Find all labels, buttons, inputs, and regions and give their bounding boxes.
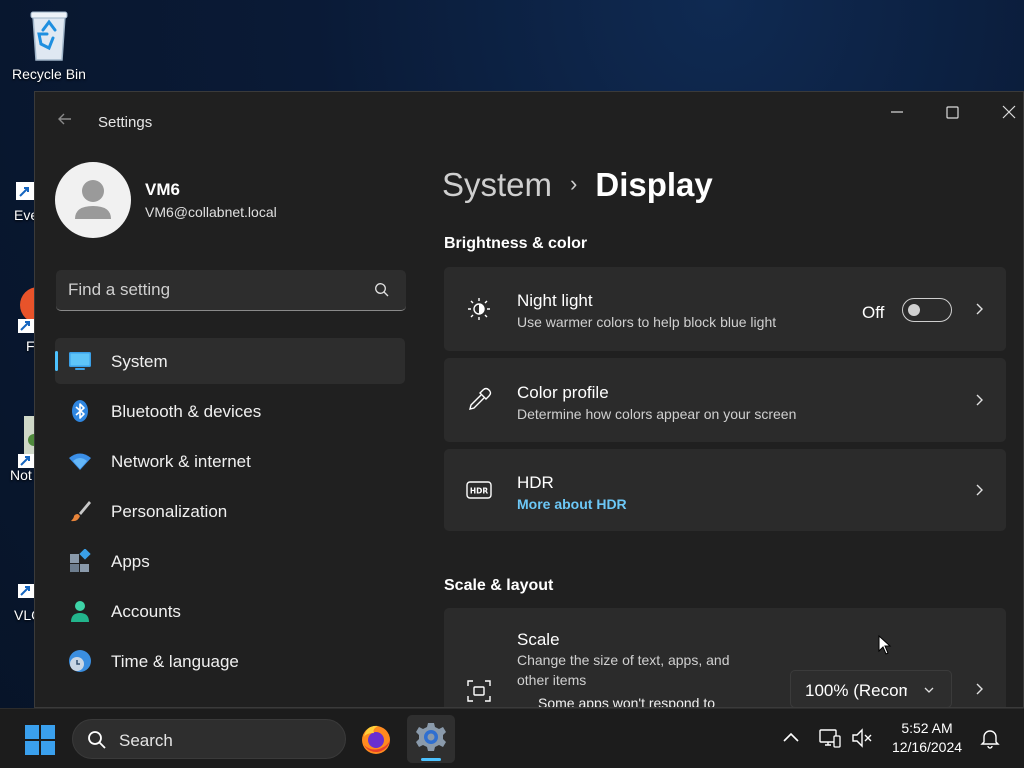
nav-item-label: Bluetooth & devices [111, 402, 262, 421]
default-user-icon [75, 180, 111, 219]
taskbar: Search 5:52 AM 12/16/2024 [0, 708, 1024, 768]
hdr-icon: HDR [466, 481, 492, 499]
eyedropper-icon [469, 387, 492, 410]
window-title: Settings [98, 114, 153, 131]
chevron-right-icon [976, 683, 983, 695]
scale-title: Scale [517, 630, 560, 649]
breadcrumb-parent[interactable]: System [442, 166, 552, 203]
night-light-title: Night light [517, 291, 593, 310]
user-email: VM6@collabnet.local [145, 204, 277, 220]
svg-text:HDR: HDR [470, 487, 489, 496]
scale-icon [467, 680, 491, 702]
brush-icon [71, 501, 91, 522]
clock-time: 5:52 AM [901, 720, 953, 736]
color-profile-subtitle: Determine how colors appear on your scre… [517, 406, 797, 422]
search-icon [88, 731, 106, 749]
network-icon[interactable] [819, 727, 841, 749]
avatar [55, 162, 131, 238]
scale-dropdown-value: 100% (Recommended) [805, 681, 907, 700]
user-name: VM6 [145, 180, 180, 199]
hdr-card[interactable]: HDR HDR More about HDR [444, 449, 1006, 531]
night-light-subtitle: Use warmer colors to help block blue lig… [517, 314, 777, 330]
scale-card[interactable]: Scale Change the size of text, apps, and… [444, 608, 1006, 708]
apps-icon [70, 549, 91, 572]
taskbar-search[interactable]: Search [72, 719, 346, 759]
wifi-icon [69, 453, 91, 470]
close-button[interactable] [989, 100, 1023, 124]
minimize-icon [891, 111, 903, 113]
chevron-right-icon [976, 303, 983, 315]
night-light-state-label: Off [862, 303, 885, 322]
nav-item-label: System [111, 352, 168, 371]
nav-item-label: Network & internet [111, 452, 251, 471]
recycle-bin-shortcut[interactable]: Recycle Bin [9, 8, 89, 82]
chevron-down-icon [924, 687, 934, 693]
scale-warning-text: Some apps won't respond to [538, 695, 716, 708]
back-arrow-icon [58, 113, 71, 125]
section-title-scale-layout: Scale & layout [444, 577, 554, 594]
nav-item-label: Apps [111, 552, 150, 571]
gear-icon [416, 723, 446, 751]
bluetooth-icon [72, 400, 88, 422]
close-icon [1002, 105, 1016, 119]
windows-start-icon[interactable] [24, 724, 56, 756]
recycle-bin-icon [27, 8, 71, 62]
nav-item-label: Time & language [111, 652, 239, 671]
color-profile-title: Color profile [517, 383, 609, 402]
color-profile-card[interactable]: Color profile Determine how colors appea… [444, 358, 1006, 442]
recycle-bin-label: Recycle Bin [12, 66, 86, 82]
nav-item-apps[interactable]: Apps [55, 538, 405, 584]
taskbar-clock[interactable]: 5:52 AM 12/16/2024 [884, 719, 970, 757]
settings-search-input[interactable] [68, 270, 368, 310]
minimize-button[interactable] [877, 100, 917, 124]
taskbar-firefox[interactable] [352, 715, 400, 763]
active-app-indicator [421, 758, 441, 761]
taskbar-search-label: Search [119, 731, 173, 750]
chevron-right-icon [976, 394, 983, 406]
volume-muted-icon[interactable] [851, 727, 873, 749]
person-icon [71, 601, 89, 622]
nav-item-personalization[interactable]: Personalization [55, 488, 405, 534]
settings-search-box[interactable] [56, 270, 406, 311]
chevron-up-icon[interactable] [780, 727, 802, 749]
scale-subtitle-line1: Change the size of text, apps, and [517, 652, 730, 668]
toggle-knob [908, 304, 920, 316]
settings-window: Settings VM6 VM6@collabnet.local System [34, 91, 1024, 708]
nav-item-bluetooth-devices[interactable]: Bluetooth & devices [55, 388, 405, 434]
page-title: Display [595, 166, 713, 203]
nav-item-network-internet[interactable]: Network & internet [55, 438, 405, 484]
taskbar-settings[interactable] [407, 715, 455, 763]
back-button[interactable] [53, 110, 77, 134]
clock-date: 12/16/2024 [891, 739, 963, 755]
maximize-icon [946, 106, 959, 119]
scale-dropdown[interactable]: 100% (Recommended) [790, 670, 952, 707]
nav-item-time-language[interactable]: Time & language [55, 638, 405, 684]
nav-item-accounts[interactable]: Accounts [55, 588, 405, 634]
maximize-button[interactable] [933, 100, 973, 124]
nav-item-label: Accounts [111, 602, 181, 621]
night-light-card[interactable]: Night light Use warmer colors to help bl… [444, 267, 1006, 351]
monitor-icon [69, 352, 91, 370]
section-title-brightness-color: Brightness & color [444, 235, 588, 252]
breadcrumb-separator: › [570, 171, 578, 196]
night-light-toggle[interactable] [902, 298, 952, 322]
hdr-title: HDR [517, 473, 554, 492]
chevron-right-icon [976, 484, 983, 496]
search-icon[interactable] [374, 282, 390, 298]
nav-item-system[interactable]: System [55, 338, 405, 384]
mouse-cursor-icon [878, 635, 892, 655]
night-light-icon [468, 298, 490, 320]
firefox-icon [362, 725, 390, 754]
page-breadcrumb: System › Display [442, 166, 713, 204]
hdr-learn-more-link[interactable]: More about HDR [517, 496, 627, 512]
notification-bell-icon[interactable] [979, 727, 1001, 749]
globe-clock-icon [69, 650, 91, 672]
settings-nav: System Bluetooth & devices Network & int… [55, 338, 405, 688]
title-bar[interactable]: Settings [35, 92, 1023, 132]
scale-subtitle-line2: other items [517, 672, 587, 688]
nav-item-label: Personalization [111, 502, 228, 521]
